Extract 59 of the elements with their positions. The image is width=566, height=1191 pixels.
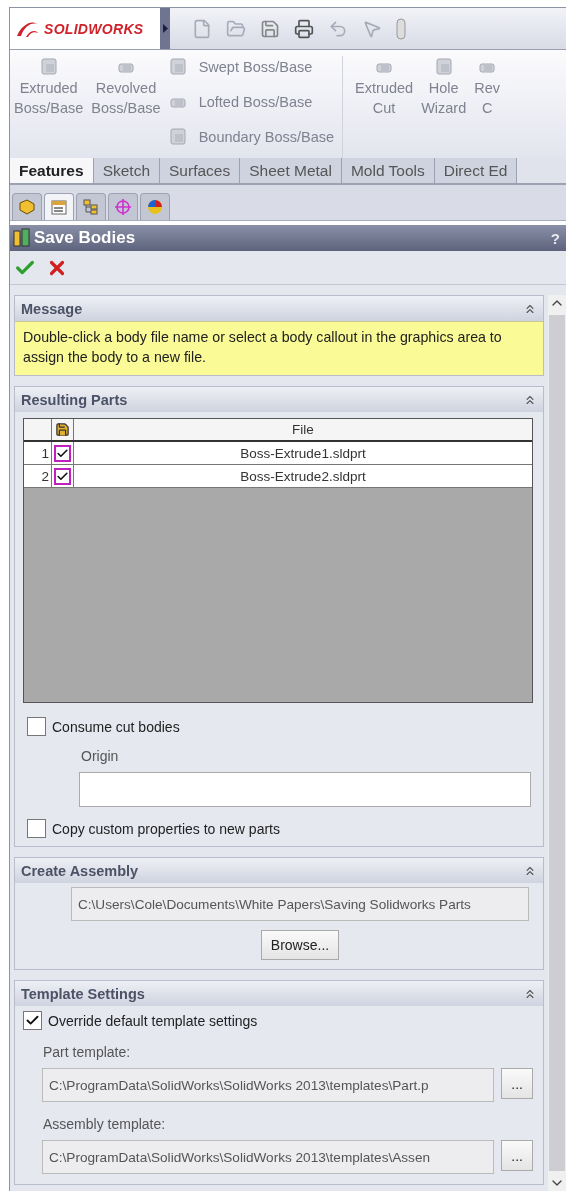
command-tab[interactable]: Sketch (93, 158, 160, 183)
check-icon (25, 1013, 40, 1028)
field-label: Part template: (43, 1044, 132, 1060)
checkbox[interactable] (54, 467, 71, 485)
help-button[interactable]: ? (550, 229, 560, 247)
part-icon (17, 198, 37, 216)
new-document-icon[interactable] (192, 18, 212, 39)
configuration-tree-icon (81, 198, 101, 216)
panel-title: Save Bodies (34, 228, 136, 248)
command-tab[interactable]: Sheet Metal (240, 158, 342, 183)
command-tab[interactable]: Mold Tools (341, 158, 435, 183)
manager-tab[interactable] (44, 193, 74, 220)
caret-icon (162, 24, 168, 33)
open-folder-icon[interactable] (226, 18, 246, 39)
manager-tab[interactable] (76, 193, 106, 220)
logo-text: SOLIDWORKS (44, 20, 144, 37)
manager-tab[interactable] (12, 193, 42, 220)
section-title: Create Assembly (21, 862, 139, 879)
color-ball-icon (145, 198, 165, 216)
origin-field[interactable] (79, 772, 531, 807)
checkbox-label: Copy custom properties to new parts (52, 820, 280, 837)
table-cell-text: Boss-Extrude1.sldprt (239, 444, 367, 463)
message-text: Double-click a body file name or select a body callout in the graphics area to assign the body to a new file. (15, 321, 543, 375)
command-tab[interactable]: Features (10, 158, 94, 183)
scrollbar[interactable] (548, 295, 566, 1191)
checkbox[interactable] (27, 717, 46, 736)
section-title: Template Settings (21, 985, 145, 1002)
property-sheet-icon (49, 198, 69, 216)
row-number: 1 (24, 442, 52, 464)
printer-icon[interactable] (294, 18, 314, 39)
manager-tab[interactable] (108, 193, 138, 220)
browse-button[interactable]: ... (501, 1068, 533, 1099)
template-path-field[interactable]: C:\ProgramData\SolidWorks\SolidWorks 2013\templates\Assen (42, 1140, 495, 1174)
command-tab[interactable]: Surfaces (160, 158, 241, 183)
row-number: 2 (24, 465, 52, 487)
save-icon (55, 422, 70, 437)
checkbox-label: Override default template settings (48, 1012, 258, 1029)
checkbox-label: Consume cut bodies (52, 718, 180, 735)
checkbox[interactable] (23, 1011, 42, 1030)
manager-tab[interactable] (140, 193, 170, 220)
column-header: File (291, 421, 315, 439)
field-label: Assembly template: (43, 1116, 167, 1132)
table-cell-text: Boss-Extrude2.sldprt (239, 467, 367, 486)
crosshair-icon (113, 198, 133, 216)
bodies-icon (13, 228, 31, 248)
path-field[interactable]: C:\Users\Cole\Documents\White Papers\Saving Solidworks Parts (71, 887, 529, 921)
save-icon[interactable] (260, 18, 280, 39)
browse-button[interactable]: Browse... (260, 930, 340, 960)
capsule-icon[interactable] (396, 17, 406, 40)
checkbox[interactable] (54, 444, 71, 462)
template-path-field[interactable]: C:\ProgramData\SolidWorks\SolidWorks 2013\templates\Part.p (42, 1068, 495, 1102)
flyout-toggle[interactable] (160, 8, 170, 49)
undo-icon[interactable] (328, 18, 348, 39)
checkbox[interactable] (27, 819, 46, 838)
field-label: Origin (81, 748, 120, 764)
command-tab[interactable]: Direct Ed (434, 158, 518, 183)
browse-button[interactable]: ... (501, 1140, 533, 1171)
section-title: Resulting Parts (21, 391, 128, 408)
section-title: Message (21, 300, 83, 317)
